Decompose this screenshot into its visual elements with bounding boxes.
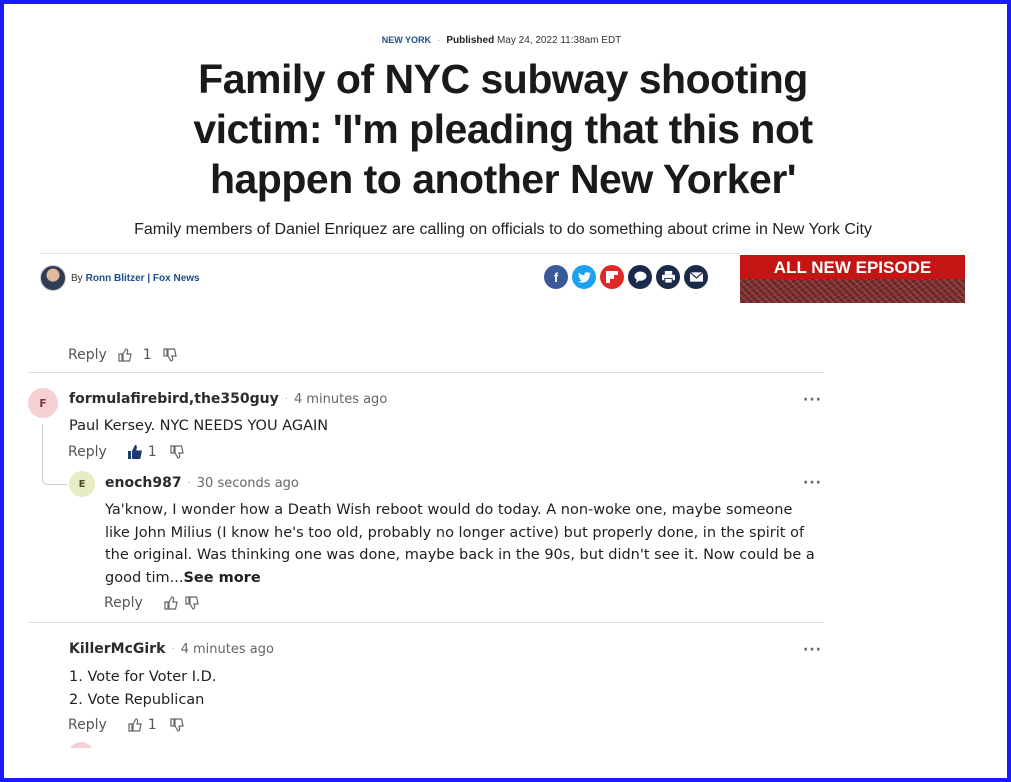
see-more-link[interactable]: See more	[183, 570, 260, 586]
ad-banner[interactable]: ALL NEW EPISODE	[740, 255, 965, 303]
avatar[interactable]: E	[69, 471, 95, 497]
comment-text: Ya'know, I wonder how a Death Wish reboo…	[105, 499, 817, 589]
reply-button[interactable]: Reply	[68, 444, 107, 460]
more-options-icon[interactable]: ···	[803, 475, 822, 491]
comment-actions: Reply	[104, 595, 205, 611]
thumbs-up-icon[interactable]	[117, 347, 133, 363]
avatar[interactable]	[68, 742, 94, 748]
printer-glyph	[661, 271, 675, 283]
email-icon[interactable]	[684, 265, 708, 289]
comments-section: Reply 1 F formulafirebird,the350guy · 4 …	[28, 330, 824, 748]
reply-button[interactable]: Reply	[68, 347, 107, 363]
avatar[interactable]: F	[28, 388, 58, 418]
avatar-initial: F	[39, 396, 47, 410]
thumbs-down-icon[interactable]	[162, 347, 178, 363]
thumbs-down-icon[interactable]	[169, 717, 185, 733]
like-count: 1	[142, 347, 152, 363]
article-subhead: Family members of Daniel Enriquez are ca…	[134, 221, 872, 238]
published-date: May 24, 2022 11:38am EDT	[496, 35, 622, 46]
author-link[interactable]: Ronn Blitzer | Fox News	[86, 273, 200, 284]
thumbs-up-icon[interactable]	[163, 595, 179, 611]
byline: By Ronn Blitzer | Fox News	[40, 265, 200, 291]
ad-image	[740, 279, 965, 303]
comment-divider	[28, 622, 824, 623]
published-label: Published	[446, 35, 495, 46]
header-dot: ·	[171, 643, 175, 655]
thumbs-up-icon[interactable]	[127, 717, 143, 733]
facebook-icon[interactable]: f	[544, 265, 568, 289]
partial-comment-actions: Reply 1	[68, 347, 178, 363]
twitter-icon[interactable]	[572, 265, 596, 289]
comment-actions: Reply 1	[68, 444, 190, 460]
comment-timestamp[interactable]: 4 minutes ago	[181, 642, 274, 657]
by-label: By	[71, 272, 83, 284]
facebook-glyph: f	[553, 269, 559, 285]
reply-button[interactable]: Reply	[104, 595, 143, 611]
thumbs-down-icon[interactable]	[184, 595, 200, 611]
author-avatar[interactable]	[40, 265, 66, 291]
print-icon[interactable]	[656, 265, 680, 289]
avatar-initial: E	[78, 478, 86, 490]
comment-text: 1. Vote for Voter I.D. 2. Vote Republica…	[69, 666, 809, 711]
byline-divider	[40, 253, 740, 254]
header-dot: ·	[187, 477, 191, 489]
like-count: 1	[147, 444, 157, 460]
envelope-glyph	[689, 272, 703, 282]
article-meta: NEW YORK · Published May 24, 2022 11:38am …	[0, 35, 1003, 46]
comment-timestamp[interactable]: 30 seconds ago	[197, 476, 299, 491]
like-count: 1	[147, 717, 157, 733]
thread-connector	[42, 424, 67, 485]
comment-username[interactable]: enoch987	[105, 475, 182, 491]
flipboard-glyph	[606, 271, 618, 283]
header-dot: ·	[284, 393, 288, 405]
share-bar: f	[544, 265, 708, 289]
comment-header: formulafirebird,the350guy · 4 minutes ag…	[69, 391, 387, 407]
comment-username[interactable]: KillerMcGirk	[69, 641, 165, 657]
meta-separator: ·	[437, 35, 441, 46]
comment-timestamp[interactable]: 4 minutes ago	[294, 392, 387, 407]
more-options-icon[interactable]: ···	[803, 642, 822, 658]
section-link[interactable]: NEW YORK	[382, 35, 431, 45]
comment-username[interactable]: formulafirebird,the350guy	[69, 391, 279, 407]
reply-button[interactable]: Reply	[68, 717, 107, 733]
comment-text: Paul Kersey. NYC NEEDS YOU AGAIN	[69, 418, 329, 434]
more-options-icon[interactable]: ···	[803, 392, 822, 408]
flipboard-icon[interactable]	[600, 265, 624, 289]
article-headline: Family of NYC subway shooting victim: 'I…	[193, 56, 813, 202]
comment-actions: Reply 1	[68, 717, 190, 733]
thumbs-down-icon[interactable]	[169, 444, 185, 460]
ad-text: ALL NEW EPISODE	[773, 258, 932, 277]
comment-icon[interactable]	[628, 265, 652, 289]
comment-header: KillerMcGirk · 4 minutes ago	[69, 641, 274, 657]
comment-line: 1. Vote for Voter I.D.	[69, 669, 217, 685]
speech-bubble-glyph	[634, 271, 646, 283]
comment-divider	[28, 372, 824, 373]
twitter-bird-icon	[577, 271, 591, 283]
thumbs-up-icon-active[interactable]	[127, 444, 143, 460]
comment-line: 2. Vote Republican	[69, 691, 205, 708]
comment-header: enoch987 · 30 seconds ago	[105, 475, 299, 491]
